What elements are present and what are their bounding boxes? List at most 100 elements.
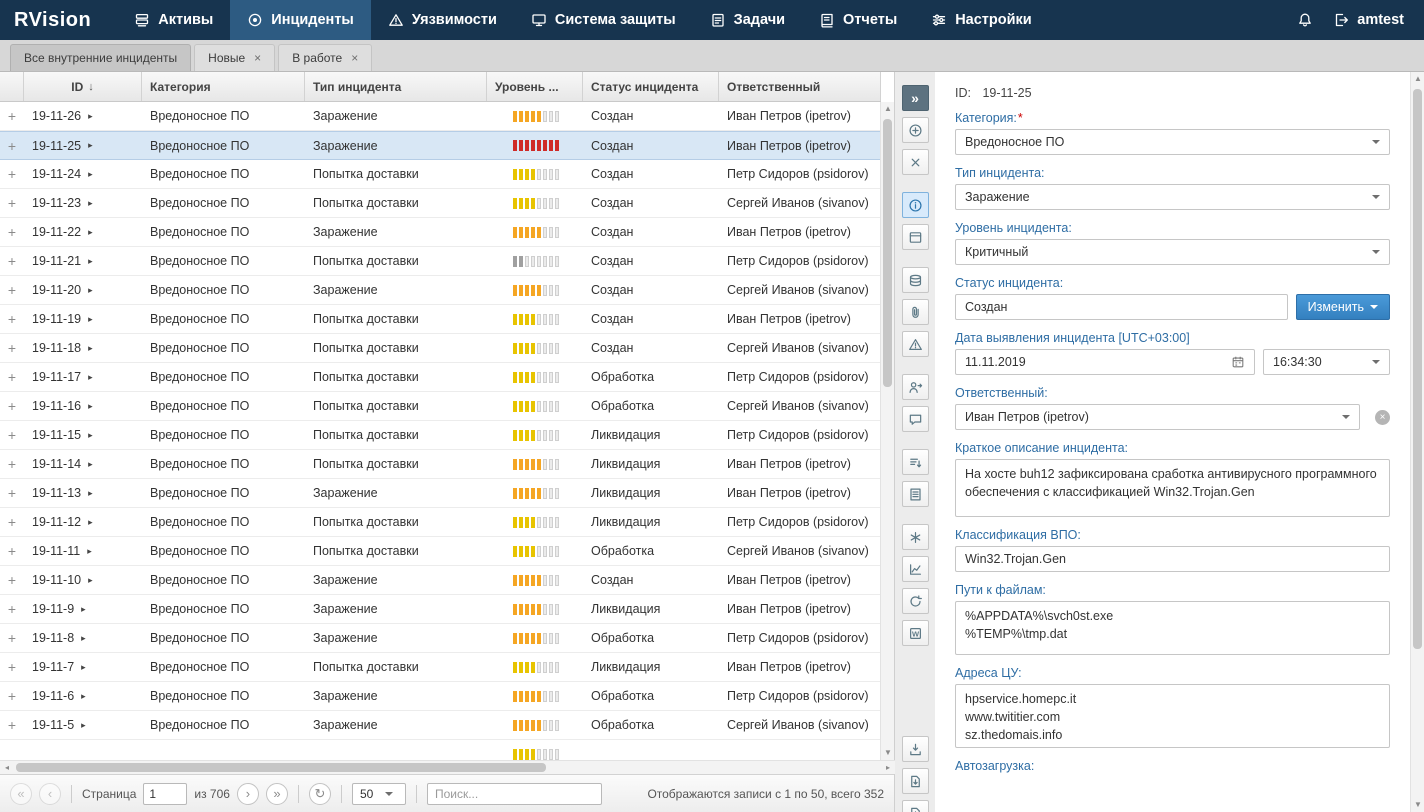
row-open-arrow-icon[interactable]: ▸ (88, 372, 93, 383)
row-expander[interactable]: + (0, 195, 24, 211)
table-row[interactable]: +19-11-19▸Вредоносное ПОПопытка доставки… (0, 305, 881, 334)
page-number-input[interactable] (143, 783, 187, 805)
row-open-arrow-icon[interactable]: ▸ (88, 198, 93, 209)
risks-button[interactable] (902, 331, 929, 357)
incident-type-select[interactable]: Заражение (955, 184, 1390, 210)
row-open-arrow-icon[interactable]: ▸ (88, 459, 93, 470)
row-expander[interactable]: + (0, 282, 24, 298)
tab-in-progress[interactable]: В работе × (278, 44, 372, 71)
row-expander[interactable]: + (0, 485, 24, 501)
page-size-select[interactable]: 50 (352, 783, 406, 805)
change-status-button[interactable]: Изменить (1296, 294, 1390, 320)
nav-item-settings[interactable]: Настройки (914, 0, 1049, 40)
table-row[interactable]: +19-11-10▸Вредоносное ПОЗаражениеСозданИ… (0, 566, 881, 595)
word-export-button[interactable]: W (902, 620, 929, 646)
row-open-arrow-icon[interactable]: ▸ (88, 401, 93, 412)
bell-icon[interactable] (1297, 12, 1313, 28)
history-button[interactable] (902, 588, 929, 614)
column-header-category[interactable]: Категория (142, 72, 305, 101)
row-open-arrow-icon[interactable]: ▸ (81, 720, 86, 731)
prev-page-button[interactable]: ‹ (39, 783, 61, 805)
scroll-thumb[interactable] (883, 119, 892, 387)
related-assets-button[interactable] (902, 267, 929, 293)
row-open-arrow-icon[interactable]: ▸ (88, 256, 93, 267)
table-row[interactable]: +19-11-18▸Вредоносное ПОПопытка доставки… (0, 334, 881, 363)
row-open-arrow-icon[interactable]: ▸ (81, 633, 86, 644)
import-button[interactable] (902, 736, 929, 762)
collapse-panel-button[interactable]: » (902, 85, 929, 111)
next-page-button[interactable]: › (237, 783, 259, 805)
last-page-button[interactable]: » (266, 783, 288, 805)
export-button[interactable] (902, 768, 929, 794)
row-expander[interactable]: + (0, 717, 24, 733)
scroll-down-icon[interactable]: ▼ (881, 746, 895, 760)
delete-button[interactable] (902, 149, 929, 175)
row-expander[interactable]: + (0, 514, 24, 530)
row-open-arrow-icon[interactable]: ▸ (81, 604, 86, 615)
nav-item-vulnerabilities[interactable]: Уязвимости (371, 0, 514, 40)
table-row[interactable]: +19-11-21▸Вредоносное ПОПопытка доставки… (0, 247, 881, 276)
add-button[interactable] (902, 117, 929, 143)
table-row[interactable]: +19-11-6▸Вредоносное ПОЗаражениеОбработк… (0, 682, 881, 711)
detect-date-input[interactable]: 11.11.2019 (955, 349, 1255, 375)
tab-close-icon[interactable]: × (351, 52, 358, 64)
nav-item-defense[interactable]: Система защиты (514, 0, 693, 40)
table-row[interactable]: +19-11-11▸Вредоносное ПОПопытка доставки… (0, 537, 881, 566)
first-page-button[interactable]: « (10, 783, 32, 805)
attachments-button[interactable] (902, 299, 929, 325)
info-tab-button[interactable] (902, 192, 929, 218)
comments-button[interactable] (902, 406, 929, 432)
card-view-button[interactable] (902, 224, 929, 250)
column-header-type[interactable]: Тип инцидента (305, 72, 487, 101)
owner-select[interactable]: Иван Петров (ipetrov) (955, 404, 1360, 430)
row-open-arrow-icon[interactable]: ▸ (81, 662, 86, 673)
column-header-level[interactable]: Уровень ... (487, 72, 583, 101)
calendar-icon[interactable] (1231, 355, 1245, 369)
description-textarea[interactable]: На хосте buh12 зафиксирована сработка ан… (955, 459, 1390, 517)
column-header-owner[interactable]: Ответственный (719, 72, 881, 101)
row-expander[interactable]: + (0, 369, 24, 385)
user-menu[interactable]: amtest (1333, 12, 1404, 28)
column-header-status[interactable]: Статус инцидента (583, 72, 719, 101)
scroll-down-icon[interactable]: ▼ (1411, 798, 1424, 812)
scroll-thumb[interactable] (16, 763, 546, 772)
metrics-button[interactable] (902, 556, 929, 582)
table-row[interactable]: +19-11-15▸Вредоносное ПОПопытка доставки… (0, 421, 881, 450)
automation-button[interactable] (902, 524, 929, 550)
tab-all-internal-incidents[interactable]: Все внутренние инциденты (10, 44, 191, 71)
table-row[interactable]: +19-11-23▸Вредоносное ПОПопытка доставки… (0, 189, 881, 218)
row-open-arrow-icon[interactable]: ▸ (88, 314, 93, 325)
row-open-arrow-icon[interactable]: ▸ (88, 140, 93, 151)
row-expander[interactable]: + (0, 572, 24, 588)
log-button[interactable] (902, 481, 929, 507)
c2-addresses-textarea[interactable]: hpservice.homepc.it www.twititier.com sz… (955, 684, 1390, 748)
row-open-arrow-icon[interactable]: ▸ (88, 575, 93, 586)
row-open-arrow-icon[interactable]: ▸ (88, 227, 93, 238)
incident-level-select[interactable]: Критичный (955, 239, 1390, 265)
table-row[interactable]: +19-11-20▸Вредоносное ПОЗаражениеСозданС… (0, 276, 881, 305)
table-row[interactable]: +19-11-24▸Вредоносное ПОПопытка доставки… (0, 160, 881, 189)
table-row[interactable]: +19-11-17▸Вредоносное ПОПопытка доставки… (0, 363, 881, 392)
workflow-button[interactable] (902, 449, 929, 475)
scroll-up-icon[interactable]: ▲ (1411, 72, 1424, 86)
table-row[interactable]: +19-11-7▸Вредоносное ПОПопытка доставкиЛ… (0, 653, 881, 682)
row-open-arrow-icon[interactable]: ▸ (87, 546, 92, 557)
table-vertical-scrollbar[interactable]: ▲ ▼ (880, 102, 894, 760)
row-expander[interactable]: + (0, 601, 24, 617)
classification-input[interactable]: Win32.Trojan.Gen (955, 546, 1390, 572)
row-open-arrow-icon[interactable]: ▸ (88, 517, 93, 528)
row-expander[interactable]: + (0, 224, 24, 240)
tab-close-icon[interactable]: × (254, 52, 261, 64)
category-select[interactable]: Вредоносное ПО (955, 129, 1390, 155)
row-expander[interactable]: + (0, 340, 24, 356)
table-row[interactable]: +19-11-22▸Вредоносное ПОЗаражениеСозданИ… (0, 218, 881, 247)
table-row[interactable]: +19-11-5▸Вредоносное ПОЗаражениеОбработк… (0, 711, 881, 740)
row-open-arrow-icon[interactable]: ▸ (88, 111, 93, 122)
row-open-arrow-icon[interactable]: ▸ (88, 488, 93, 499)
row-expander[interactable]: + (0, 659, 24, 675)
table-row[interactable]: +19-11-14▸Вредоносное ПОПопытка доставки… (0, 450, 881, 479)
scroll-right-icon[interactable]: ▸ (881, 761, 895, 775)
row-open-arrow-icon[interactable]: ▸ (88, 285, 93, 296)
row-expander[interactable]: + (0, 427, 24, 443)
nav-item-assets[interactable]: Активы (117, 0, 230, 40)
